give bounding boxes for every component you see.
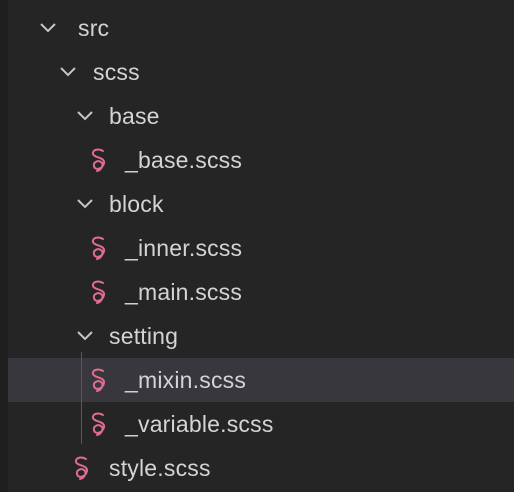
tree-file-variable-scss[interactable]: _variable.scss bbox=[8, 402, 514, 446]
tree-item-label: block bbox=[109, 191, 164, 217]
explorer-left-border bbox=[0, 0, 8, 492]
tree-file-mixin-scss[interactable]: _mixin.scss bbox=[8, 358, 514, 402]
indent-guide bbox=[81, 352, 82, 444]
tree-file-base-scss[interactable]: _base.scss bbox=[8, 138, 514, 182]
tree-item-label: _mixin.scss bbox=[125, 367, 247, 393]
sass-file-icon bbox=[88, 366, 110, 394]
tree-item-label: setting bbox=[109, 323, 179, 349]
tree-item-label: _base.scss bbox=[125, 147, 243, 173]
sass-file-icon bbox=[88, 234, 110, 262]
tree-item-label: _main.scss bbox=[125, 279, 243, 305]
tree-item-label: _variable.scss bbox=[125, 411, 274, 437]
chevron-down-icon[interactable] bbox=[38, 18, 58, 38]
sass-file-icon bbox=[88, 146, 110, 174]
tree-folder-setting[interactable]: setting bbox=[8, 314, 514, 358]
chevron-down-icon[interactable] bbox=[75, 194, 95, 214]
sass-file-icon bbox=[88, 410, 110, 438]
file-explorer-tree: src scss base _base.scss block _inner.sc… bbox=[8, 6, 514, 490]
tree-file-inner-scss[interactable]: _inner.scss bbox=[8, 226, 514, 270]
chevron-down-icon[interactable] bbox=[58, 62, 78, 82]
tree-file-style-scss[interactable]: style.scss bbox=[8, 446, 514, 490]
tree-item-label: base bbox=[109, 103, 160, 129]
tree-file-main-scss[interactable]: _main.scss bbox=[8, 270, 514, 314]
tree-item-label: scss bbox=[93, 59, 140, 85]
chevron-down-icon[interactable] bbox=[75, 326, 95, 346]
tree-folder-src[interactable]: src bbox=[8, 6, 514, 50]
tree-folder-base[interactable]: base bbox=[8, 94, 514, 138]
tree-item-label: src bbox=[78, 15, 110, 41]
tree-folder-block[interactable]: block bbox=[8, 182, 514, 226]
tree-folder-scss[interactable]: scss bbox=[8, 50, 514, 94]
tree-item-label: style.scss bbox=[109, 455, 211, 481]
sass-file-icon bbox=[88, 278, 110, 306]
chevron-down-icon[interactable] bbox=[75, 106, 95, 126]
sass-file-icon bbox=[71, 454, 93, 482]
tree-item-label: _inner.scss bbox=[125, 235, 243, 261]
